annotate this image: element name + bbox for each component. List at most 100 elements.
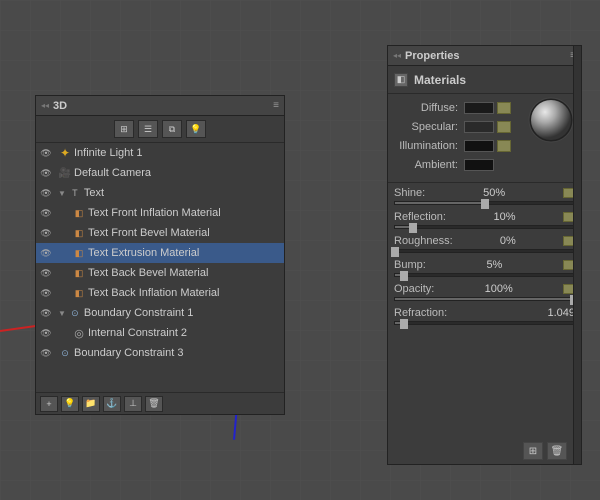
layer-name-boundary-constraint-3: Boundary Constraint 3 (74, 347, 183, 359)
expand-text-arrow[interactable]: ▼ (58, 189, 66, 198)
panel-3d-menu-icon[interactable]: ≡ (273, 100, 279, 111)
roughness-thumb (391, 247, 399, 257)
layer-item-text-back-bevel[interactable]: 👁 ◧ Text Back Bevel Material (36, 263, 284, 283)
delete-layer-btn[interactable]: 🗑 (145, 396, 163, 412)
layer-name-text-front-bevel: Text Front Bevel Material (88, 227, 210, 239)
bump-value: 5% (486, 259, 502, 271)
layer-name-text: Text (84, 187, 104, 199)
layer-name-text-back-inflation: Text Back Inflation Material (88, 287, 219, 299)
reflection-slider-row: Reflection: 10% (394, 211, 575, 229)
specular-label: Specular: (394, 121, 464, 133)
camera-icon: 🎥 (58, 166, 72, 180)
light-add-btn[interactable]: 💡 (61, 396, 79, 412)
mat-icon-text-front-inflation: ◧ (72, 206, 86, 220)
layer-name-text-front-inflation: Text Front Inflation Material (88, 207, 221, 219)
eye-icon-boundary-constraint-3[interactable]: 👁 (38, 345, 54, 361)
toolbar-list-btn[interactable]: ☰ (138, 120, 158, 138)
illumination-label: Illumination: (394, 140, 464, 152)
toolbar-layer-btn[interactable]: ⧉ (162, 120, 182, 138)
roughness-track[interactable] (394, 249, 575, 253)
illumination-folder-icon[interactable] (497, 140, 511, 152)
refraction-thumb (400, 319, 408, 329)
folder-btn[interactable]: 📁 (82, 396, 100, 412)
ambient-color-box[interactable] (464, 159, 494, 171)
eye-icon-infinite-light[interactable]: 👁 (38, 145, 54, 161)
shine-value: 50% (483, 187, 505, 199)
roughness-value: 0% (500, 235, 516, 247)
constraint-icon-3: ⊙ (58, 346, 72, 360)
opacity-track[interactable] (394, 297, 575, 301)
specular-folder-icon[interactable] (497, 121, 511, 133)
diffuse-color-box[interactable] (464, 102, 494, 114)
opacity-value: 100% (485, 283, 513, 295)
reflection-value: 10% (493, 211, 515, 223)
layer-item-text-extrusion[interactable]: 👁 ◧ Text Extrusion Material (36, 243, 284, 263)
expand-boundary-1-arrow[interactable]: ▼ (58, 309, 66, 318)
toolbar-grid-btn[interactable]: ⊞ (114, 120, 134, 138)
layer-item-text[interactable]: 👁 ▼ T Text (36, 183, 284, 203)
layer-item-boundary-constraint-1[interactable]: 👁 ▼ ⊙ Boundary Constraint 1 (36, 303, 284, 323)
props-tab-label: Materials (414, 73, 466, 87)
illumination-color-box[interactable] (464, 140, 494, 152)
layer-item-infinite-light[interactable]: 👁 ✦ Infinite Light 1 (36, 143, 284, 163)
mat-icon-text-back-bevel: ◧ (72, 266, 86, 280)
layer-name-text-back-bevel: Text Back Bevel Material (88, 267, 208, 279)
refraction-track[interactable] (394, 321, 575, 325)
eye-icon-text-front-bevel[interactable]: 👁 (38, 225, 54, 241)
add-layer-btn[interactable]: + (40, 396, 58, 412)
panel-3d: ◂◂ 3D ≡ ⊞ ☰ ⧉ 💡 👁 ✦ Infinite Light 1 👁 🎥… (35, 95, 285, 415)
shine-track[interactable] (394, 201, 575, 205)
layer-item-text-front-bevel[interactable]: 👁 ◧ Text Front Bevel Material (36, 223, 284, 243)
mat-icon-text-extrusion: ◧ (72, 246, 86, 260)
layer-list: 👁 ✦ Infinite Light 1 👁 🎥 Default Camera … (36, 143, 284, 399)
props-title: Properties (405, 50, 459, 62)
bump-slider-row: Bump: 5% (394, 259, 575, 277)
eye-icon-text-back-inflation[interactable]: 👁 (38, 285, 54, 301)
bump-thumb (400, 271, 408, 281)
eye-icon-text[interactable]: 👁 (38, 185, 54, 201)
opacity-slider-row: Opacity: 100% (394, 283, 575, 301)
layer-name-boundary-constraint-1: Boundary Constraint 1 (84, 307, 193, 319)
panel-3d-header: ◂◂ 3D ≡ (36, 96, 284, 116)
sun-icon: ✦ (58, 146, 72, 160)
delete-material-btn[interactable]: 🗑 (547, 442, 567, 460)
reflection-label: Reflection: (394, 211, 446, 223)
toolbar-light-btn[interactable]: 💡 (186, 120, 206, 138)
sliders-section: Shine: 50% Reflection: 10% (388, 185, 581, 333)
sphere-preview (527, 96, 575, 144)
diffuse-folder-icon[interactable] (497, 102, 511, 114)
props-resize-icon[interactable]: ◂◂ (393, 51, 401, 60)
specular-color-box[interactable] (464, 121, 494, 133)
props-header: ◂◂ Properties ≡ (388, 46, 581, 66)
layer-item-text-front-inflation[interactable]: 👁 ◧ Text Front Inflation Material (36, 203, 284, 223)
props-scrollbar[interactable] (573, 46, 581, 464)
layer-item-text-back-inflation[interactable]: 👁 ◧ Text Back Inflation Material (36, 283, 284, 303)
layer-name-internal-constraint-2: Internal Constraint 2 (88, 327, 187, 339)
anchor2-btn[interactable]: ⊥ (124, 396, 142, 412)
new-material-btn[interactable]: ⊞ (523, 442, 543, 460)
eye-icon-boundary-constraint-1[interactable]: 👁 (38, 305, 54, 321)
refraction-value: 1.049 (547, 307, 575, 319)
radio-icon-internal-constraint-2: ◎ (72, 326, 86, 340)
ambient-label: Ambient: (394, 159, 464, 171)
diffuse-label: Diffuse: (394, 102, 464, 114)
bump-track[interactable] (394, 273, 575, 277)
reflection-thumb (409, 223, 417, 233)
props-materials-tab[interactable]: ◧ Materials (388, 66, 581, 94)
reflection-track[interactable] (394, 225, 575, 229)
panel-resize-icon[interactable]: ◂◂ (41, 101, 49, 110)
layer-item-default-camera[interactable]: 👁 🎥 Default Camera (36, 163, 284, 183)
layer-name-default-camera: Default Camera (74, 167, 151, 179)
eye-icon-internal-constraint-2[interactable]: 👁 (38, 325, 54, 341)
panel-3d-title: 3D (53, 100, 67, 112)
eye-icon-text-front-inflation[interactable]: 👁 (38, 205, 54, 221)
layer-item-boundary-constraint-3[interactable]: 👁 ⊙ Boundary Constraint 3 (36, 343, 284, 363)
text-object-icon: T (68, 186, 82, 200)
eye-icon-text-extrusion[interactable]: 👁 (38, 245, 54, 261)
anchor-btn[interactable]: ⚓ (103, 396, 121, 412)
eye-icon-default-camera[interactable]: 👁 (38, 165, 54, 181)
eye-icon-text-back-bevel[interactable]: 👁 (38, 265, 54, 281)
layer-item-internal-constraint-2[interactable]: 👁 ◎ Internal Constraint 2 (36, 323, 284, 343)
constraint-icon-1: ⊙ (68, 306, 82, 320)
opacity-label: Opacity: (394, 283, 434, 295)
